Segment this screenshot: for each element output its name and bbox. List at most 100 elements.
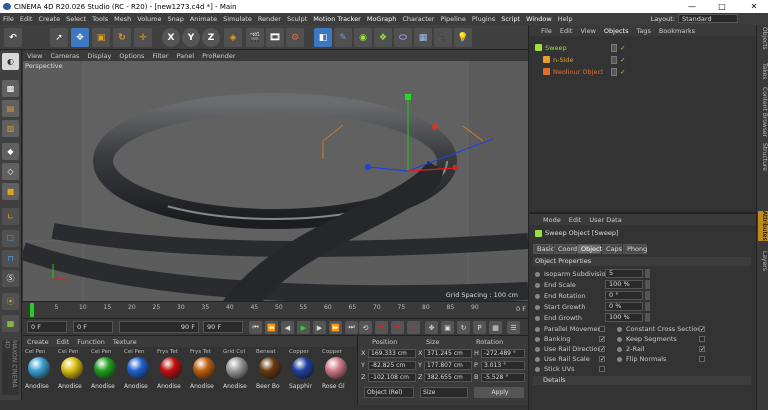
maximize-button[interactable]: □ (712, 0, 732, 13)
workplane-icon[interactable]: ▥ (2, 120, 19, 137)
property-animation-dot-icon[interactable] (535, 326, 540, 332)
option-checkbox[interactable] (599, 366, 605, 372)
coords-position-field[interactable]: 169.333 cm (368, 349, 416, 358)
menu-mesh[interactable]: Mesh (111, 15, 134, 23)
pen-icon[interactable]: ✎ (334, 28, 352, 47)
property-stepper-icon[interactable] (645, 280, 650, 289)
rotation-key-icon[interactable]: ↻ (457, 321, 470, 334)
side-tab-structure[interactable]: Structure (758, 143, 768, 171)
coords-position-field[interactable]: -102.108 cm (368, 373, 416, 382)
material-swatch[interactable]: Cel Pen Anodise (91, 349, 120, 399)
points-mode-icon[interactable]: ◆ (2, 143, 19, 160)
cube-icon[interactable]: ◧ (314, 28, 332, 47)
menu-snap[interactable]: Snap (164, 15, 186, 23)
attribute-tab-object[interactable]: Object (577, 244, 602, 254)
side-tab-content-browser[interactable]: Content Browser (758, 87, 768, 137)
live-selection-icon[interactable]: ➚ (50, 28, 68, 47)
attribute-menu-edit[interactable]: Edit (565, 216, 586, 224)
property-animation-dot-icon[interactable] (617, 326, 622, 332)
light-icon[interactable]: 💡 (454, 28, 472, 47)
viewport-menu-prorender[interactable]: ProRender (198, 52, 239, 60)
material-swatch[interactable]: Cel Pen Anodise (124, 349, 153, 399)
coords-rotation-field[interactable]: -5.528 ° (481, 373, 525, 382)
model-mode-icon[interactable]: ▩ (2, 80, 19, 97)
menu-plugins[interactable]: Plugins (469, 15, 498, 23)
menu-tools[interactable]: Tools (89, 15, 111, 23)
go-to-start-icon[interactable]: ⏮ (249, 321, 262, 334)
menu-motion-tracker[interactable]: Motion Tracker (310, 15, 364, 23)
menu-file[interactable]: File (0, 15, 17, 23)
property-animation-dot-icon[interactable] (535, 271, 540, 277)
coords-position-field[interactable]: -82.825 cm (368, 361, 416, 370)
previous-key-icon[interactable]: ⏪ (265, 321, 278, 334)
timeline-ruler[interactable]: 051015202530354045505560657075808590 0 F (23, 301, 528, 318)
render-view-icon[interactable]: 🎬 (246, 28, 264, 47)
coords-size-mode-dropdown[interactable]: Size (420, 387, 468, 398)
option-checkbox[interactable]: ✓ (699, 326, 705, 333)
enabled-check-icon[interactable]: ✓ (620, 68, 625, 76)
material-menu-create[interactable]: Create (23, 338, 53, 346)
subdivision-surface-icon[interactable]: ◉ (354, 28, 372, 47)
previous-frame-icon[interactable]: ◀ (281, 321, 294, 334)
property-animation-dot-icon[interactable] (535, 315, 540, 321)
object-menu-objects[interactable]: Objects (600, 27, 633, 35)
layout-dropdown[interactable]: Standard (678, 14, 738, 23)
scale-key-icon[interactable]: ▣ (441, 321, 454, 334)
menu-render[interactable]: Render (255, 15, 284, 23)
menu-help[interactable]: Help (555, 15, 576, 23)
viewport-menu-options[interactable]: Options (115, 52, 148, 60)
property-value-field[interactable]: 5 (605, 269, 643, 278)
next-key-icon[interactable]: ⏩ (329, 321, 342, 334)
property-animation-dot-icon[interactable] (535, 366, 540, 372)
property-animation-dot-icon[interactable] (617, 356, 622, 362)
material-swatch[interactable]: Copper Sapphir (289, 349, 318, 399)
enabled-check-icon[interactable]: ✓ (620, 44, 625, 52)
cloner-icon[interactable]: ❖ (374, 28, 392, 47)
details-section[interactable]: Details (533, 376, 751, 385)
menu-pipeline[interactable]: Pipeline (437, 15, 468, 23)
position-key-icon[interactable]: ✥ (425, 321, 438, 334)
option-checkbox[interactable]: ✓ (599, 346, 605, 353)
keyframe-selection-icon[interactable]: ? (407, 321, 420, 334)
viewport-menu-panel[interactable]: Panel (173, 52, 199, 60)
property-value-field[interactable]: 100 % (605, 313, 643, 322)
lock-workplane-icon[interactable]: ⦿ (2, 293, 19, 310)
property-stepper-icon[interactable] (645, 291, 650, 300)
loop-icon[interactable]: ⟲ (359, 321, 372, 334)
axis-x-button[interactable]: X (162, 28, 180, 47)
play-icon[interactable]: ▶ (297, 321, 310, 334)
object-menu-file[interactable]: File (537, 27, 556, 35)
attribute-tab-coord[interactable]: Coord. (554, 244, 579, 254)
side-tab-takes[interactable]: Takes (758, 63, 768, 79)
menu-sculpt[interactable]: Sculpt (284, 15, 310, 23)
end-frame-field[interactable]: 90 F (203, 321, 243, 333)
menu-mograph[interactable]: MoGraph (364, 15, 400, 23)
option-checkbox[interactable] (699, 356, 705, 362)
material-menu-edit[interactable]: Edit (53, 338, 74, 346)
texture-mode-icon[interactable]: ▤ (2, 100, 19, 117)
property-value-field[interactable]: 0 ° (605, 291, 643, 300)
menu-select[interactable]: Select (63, 15, 89, 23)
menu-edit[interactable]: Edit (17, 15, 36, 23)
side-tab-attributes[interactable]: Attributes (758, 211, 768, 241)
last-tool-icon[interactable]: ✛ (134, 28, 152, 47)
coords-rotation-field[interactable]: 3.013 ° (481, 361, 525, 370)
axis-y-button[interactable]: Y (182, 28, 200, 47)
minimize-button[interactable]: — (682, 0, 702, 13)
attribute-tab-basic[interactable]: Basic (533, 244, 554, 254)
property-stepper-icon[interactable] (645, 313, 650, 322)
coords-size-field[interactable]: 371.245 cm (424, 349, 472, 358)
move-icon[interactable]: ✥ (71, 28, 89, 47)
material-menu-function[interactable]: Function (73, 338, 109, 346)
object-menu-edit[interactable]: Edit (556, 27, 577, 35)
material-swatch[interactable]: Cel Pen Anodise (58, 349, 87, 399)
coords-mode-dropdown[interactable]: Object (Rel) (364, 387, 414, 398)
property-animation-dot-icon[interactable] (535, 282, 540, 288)
visibility-icon[interactable] (611, 67, 617, 76)
property-stepper-icon[interactable] (645, 269, 650, 278)
attribute-menu-user-data[interactable]: User Data (585, 216, 625, 224)
option-checkbox[interactable]: ✓ (699, 346, 705, 353)
polygons-mode-icon[interactable]: ■ (2, 183, 19, 200)
property-animation-dot-icon[interactable] (617, 336, 622, 342)
edit-render-settings-icon[interactable]: ⚙ (286, 28, 304, 47)
